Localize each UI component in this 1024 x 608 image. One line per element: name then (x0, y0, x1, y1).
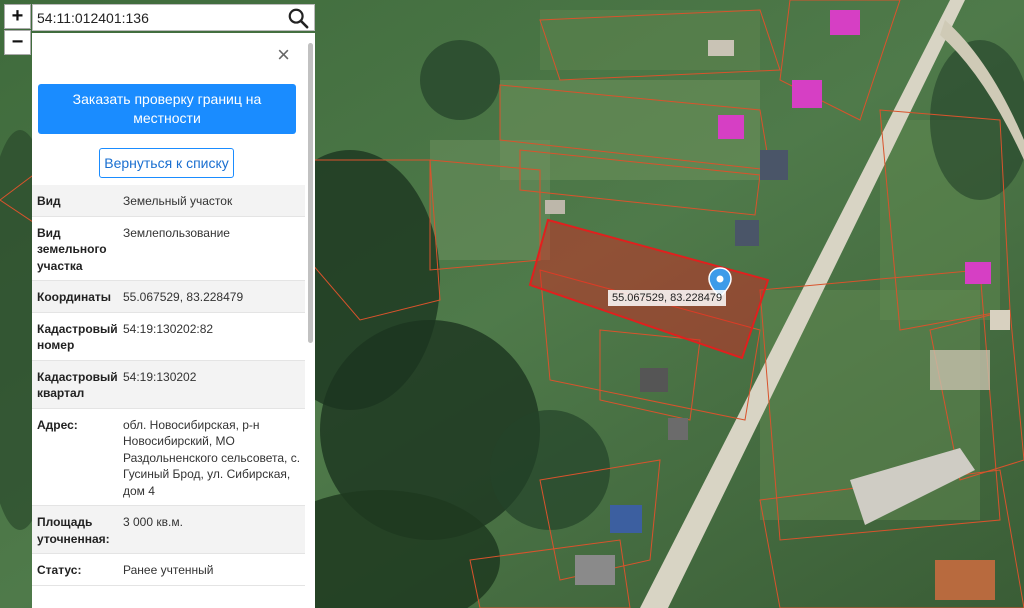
search-input[interactable] (33, 8, 279, 27)
panel-scrollbar[interactable] (308, 43, 313, 343)
info-value: Ранее учтенный (123, 563, 214, 577)
close-icon[interactable]: × (277, 44, 290, 66)
info-row: Вид Земельный участок (32, 185, 305, 217)
info-value: 3 000 кв.м. (123, 515, 183, 529)
back-to-list-button[interactable]: Вернуться к списку (99, 148, 234, 178)
marker-coordinates-label: 55.067529, 83.228479 (608, 290, 727, 306)
info-row: Кадастровый номер 54:19:130202:82 (32, 313, 305, 361)
info-value: Землепользование (123, 225, 230, 240)
info-value: 54:19:130202 (123, 369, 197, 384)
info-row: Вид земельного участка Землепользование (32, 217, 305, 281)
info-key: Кадастровый номер (37, 321, 118, 353)
info-row: Кадастровый квартал 54:19:130202 (32, 360, 305, 409)
info-key: Адрес: (37, 417, 78, 432)
info-key: Вид (37, 194, 61, 208)
zoom-in-button[interactable]: + (4, 4, 31, 29)
info-value: Земельный участок (123, 194, 233, 208)
info-row: Площадь уточненная: 3 000 кв.м. (32, 506, 305, 554)
order-boundary-check-button[interactable]: Заказать проверку границ на местности (38, 84, 296, 134)
info-key: Статус: (37, 563, 82, 577)
info-key: Координаты (37, 290, 112, 304)
info-row: Адрес: обл. Новосибирская, р-н Новосибир… (32, 409, 305, 506)
info-panel: × Заказать проверку границ на местности … (32, 33, 315, 608)
info-key: Площадь уточненная: (37, 515, 110, 546)
search-bar (32, 4, 315, 31)
info-value: 54:19:130202:82 (123, 321, 214, 336)
info-row: Координаты 55.067529, 83.228479 (32, 281, 305, 313)
search-icon[interactable] (287, 7, 309, 29)
info-row: Статус: Ранее учтенный (32, 554, 305, 586)
zoom-out-button[interactable]: − (4, 30, 31, 55)
info-value: 55.067529, 83.228479 (123, 290, 244, 304)
info-key: Вид земельного участка (37, 225, 107, 273)
info-value: обл. Новосибирская, р-н Новосибирский, М… (123, 417, 301, 498)
parcel-info-table: Вид Земельный участок Вид земельного уча… (32, 185, 305, 586)
info-key: Кадастровый квартал (37, 369, 118, 401)
